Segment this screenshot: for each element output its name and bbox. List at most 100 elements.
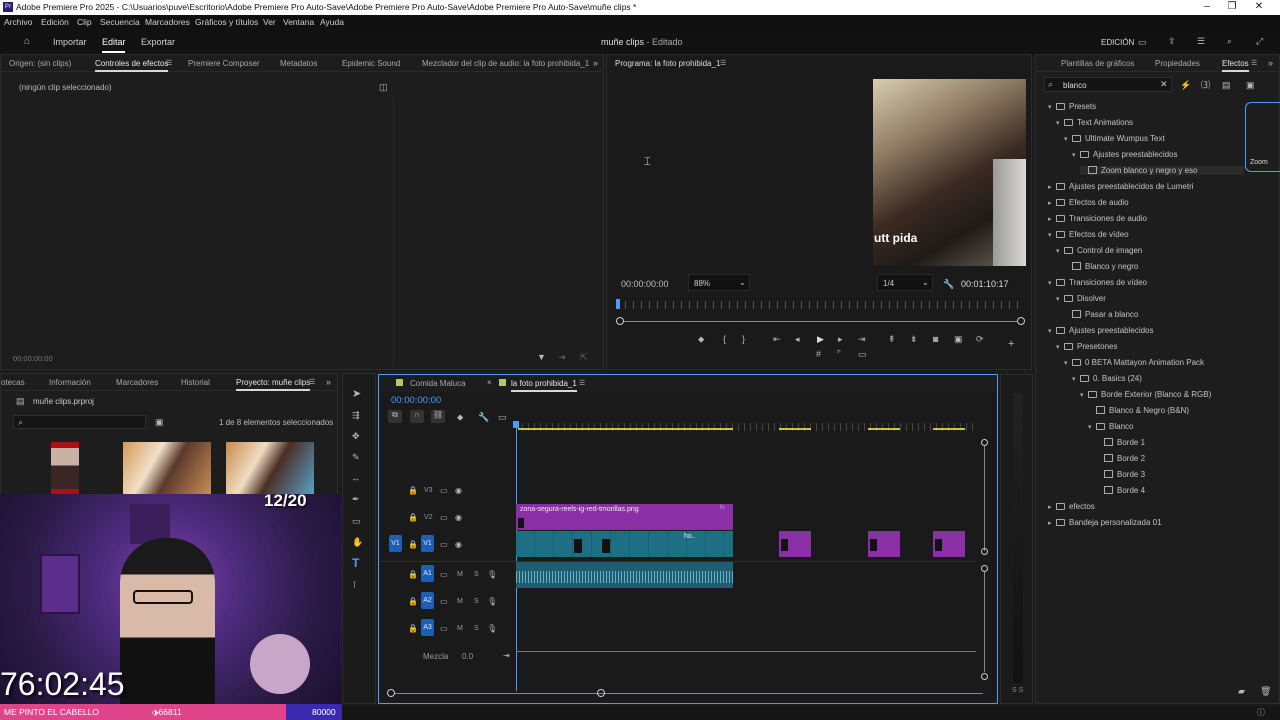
mark-in-icon[interactable]: { bbox=[723, 334, 726, 344]
minimize-icon[interactable]: – bbox=[1200, 1, 1214, 13]
v-scroll-handle-bottom[interactable] bbox=[981, 548, 988, 555]
thumbnail-3[interactable] bbox=[226, 442, 314, 494]
vr-icon[interactable]: ⟳ bbox=[976, 334, 984, 344]
share-icon[interactable]: ⇪ bbox=[1168, 36, 1176, 46]
program-video-frame[interactable]: utt pida bbox=[873, 79, 1026, 266]
play-icon[interactable]: ▶ bbox=[817, 334, 824, 344]
track-target-a1[interactable]: A1 bbox=[421, 565, 434, 582]
v-scroll-track[interactable] bbox=[984, 446, 985, 551]
type-tool-icon[interactable]: T bbox=[352, 557, 359, 569]
resolution-select[interactable]: 1/4 ⌄ bbox=[877, 274, 933, 291]
lift-icon[interactable]: ⇞ bbox=[888, 334, 896, 344]
info-icon[interactable]: ⓘ bbox=[1257, 708, 1265, 718]
compare-icon[interactable]: ▣ bbox=[954, 334, 963, 344]
solo-button[interactable]: S bbox=[474, 571, 479, 578]
clip-v2-overlay[interactable]: zona-segura-reels-ig-red-tmorillas.png f… bbox=[516, 504, 733, 530]
h-zoom-track[interactable] bbox=[395, 693, 983, 694]
wrench-icon[interactable]: 🔧 bbox=[943, 279, 954, 289]
chevron-down-icon[interactable]: ▾ bbox=[1072, 151, 1080, 159]
eye-icon[interactable]: ◉ bbox=[455, 513, 462, 523]
tab-metadatos[interactable]: Metadatos bbox=[280, 59, 317, 68]
new-folder-icon[interactable]: ▰ bbox=[1238, 686, 1245, 696]
clip-v1-purple-1[interactable] bbox=[779, 531, 811, 557]
tab-comida-maluca[interactable]: Comida Maluca bbox=[410, 379, 466, 388]
lock-icon[interactable]: 🔒 bbox=[408, 570, 418, 580]
tab-epidemic-sound[interactable]: Epidemic Sound bbox=[342, 59, 400, 68]
effects-tree-item[interactable]: Borde 1 bbox=[1096, 438, 1145, 447]
tab-la-foto-prohibida[interactable]: la foto prohibida_1 bbox=[511, 379, 577, 392]
h-zoom-handle-left[interactable] bbox=[387, 689, 395, 697]
effects-tree-item[interactable]: ▾ Blanco bbox=[1088, 422, 1133, 431]
chevron-down-icon[interactable]: ▾ bbox=[1080, 391, 1088, 399]
yuv-effects-icon[interactable]: ▤ bbox=[1222, 80, 1231, 90]
chevron-down-icon[interactable]: ▾ bbox=[1056, 295, 1064, 303]
step-forward-icon[interactable]: ▸ bbox=[838, 334, 843, 344]
marker-icon[interactable]: ⬥ bbox=[698, 334, 704, 344]
tab-marcadores[interactable]: Marcadores bbox=[116, 378, 158, 387]
tab-bibliotecas[interactable]: otecas bbox=[1, 378, 25, 387]
tab-premiere-composer[interactable]: Premiere Composer bbox=[188, 59, 260, 68]
a-scroll-handle-bottom[interactable] bbox=[981, 673, 988, 680]
razor-icon[interactable]: ✎ bbox=[352, 452, 360, 462]
mute-button[interactable]: M bbox=[457, 571, 463, 578]
effects-tree-item[interactable]: ▸ Bandeja personalizada 01 bbox=[1048, 518, 1162, 527]
tab-informacion[interactable]: Información bbox=[49, 378, 91, 387]
maximize-icon[interactable]: ❐ bbox=[1225, 1, 1239, 13]
effects-tree-item[interactable]: ▸ efectos bbox=[1048, 502, 1095, 511]
zoom-handle-left[interactable] bbox=[616, 317, 624, 325]
zoom-scroll-bar[interactable] bbox=[619, 321, 1021, 322]
add-marker-icon[interactable]: ⬥ bbox=[457, 412, 463, 422]
tab-origen[interactable]: Origen: (sin clips) bbox=[9, 59, 71, 68]
settings-icon[interactable]: ⇱ bbox=[580, 352, 588, 362]
home-icon[interactable]: ⌂ bbox=[24, 37, 30, 47]
chevron-down-icon[interactable]: ▾ bbox=[1056, 343, 1064, 351]
clip-a1-audio[interactable] bbox=[516, 562, 733, 588]
new-bin-icon[interactable]: ▣ bbox=[155, 417, 164, 427]
tab-proyecto[interactable]: Proyecto: muñe clips bbox=[236, 378, 311, 391]
chevron-down-icon[interactable]: ▾ bbox=[1056, 247, 1064, 255]
workspace-panel-icon[interactable]: ▭ bbox=[1138, 37, 1147, 47]
accelerated-effects-icon[interactable]: ⚡ bbox=[1180, 80, 1191, 90]
tab-importar[interactable]: Importar bbox=[53, 37, 87, 47]
effects-tree-item[interactable]: ▾ Disolver bbox=[1056, 294, 1106, 303]
safe-margins-icon[interactable]: # bbox=[816, 349, 821, 359]
chevron-right-icon[interactable]: ▸ bbox=[1048, 503, 1056, 511]
zoom-select[interactable]: 88% ⌄ bbox=[688, 274, 750, 291]
extract-icon[interactable]: ⇟ bbox=[910, 334, 918, 344]
a-scroll-track[interactable] bbox=[984, 572, 985, 672]
effects-tree-item[interactable]: ▾ Presetones bbox=[1056, 342, 1117, 351]
export-icon[interactable]: ⇥ bbox=[558, 352, 566, 362]
effects-tree-item[interactable]: ▸ Efectos de audio bbox=[1048, 198, 1129, 207]
lock-icon[interactable]: 🔒 bbox=[408, 540, 418, 550]
nest-toggle-icon[interactable]: ⧉ bbox=[388, 410, 402, 423]
chevron-down-icon[interactable]: ▾ bbox=[1072, 375, 1080, 383]
clear-search-icon[interactable]: ✕ bbox=[1160, 79, 1168, 90]
tab-controles-efectos[interactable]: Controles de efectos bbox=[95, 59, 169, 72]
solo-button[interactable]: S bbox=[474, 598, 479, 605]
camera-icon[interactable]: ◙ bbox=[933, 334, 938, 344]
trash-icon[interactable]: 🗑 bbox=[1260, 686, 1271, 696]
clip-v1-purple-3[interactable] bbox=[933, 531, 965, 557]
sync-lock-icon[interactable]: ▭ bbox=[440, 540, 448, 550]
microphone-icon[interactable]: 🎙 bbox=[487, 624, 497, 634]
sync-lock-icon[interactable]: ▭ bbox=[440, 486, 448, 496]
effects-tree-item[interactable]: ▸ Ajustes preestablecidos de Lumetri bbox=[1048, 182, 1194, 191]
zoom-handle-right[interactable] bbox=[1017, 317, 1025, 325]
effects-tree-item[interactable]: Borde 3 bbox=[1096, 470, 1145, 479]
track-select-icon[interactable]: ⇶ bbox=[352, 410, 360, 420]
thumbnail-2[interactable] bbox=[123, 442, 211, 494]
lock-icon[interactable]: 🔒 bbox=[408, 624, 418, 634]
add-button-icon[interactable]: + bbox=[1008, 339, 1014, 350]
effects-search-input[interactable]: ⌕ blanco ✕ bbox=[1044, 77, 1172, 92]
go-to-in-icon[interactable]: ⇤ bbox=[773, 334, 781, 344]
lock-icon[interactable]: 🔒 bbox=[408, 513, 418, 523]
sync-lock-icon[interactable]: ▭ bbox=[440, 597, 448, 607]
menu-ver[interactable]: Ver bbox=[263, 17, 276, 27]
tab-historial[interactable]: Historial bbox=[181, 378, 210, 387]
mute-button[interactable]: M bbox=[457, 625, 463, 632]
tab-plantillas-graficos[interactable]: Plantillas de gráficos bbox=[1061, 59, 1134, 68]
effects-tree-item[interactable]: ▾ Efectos de vídeo bbox=[1048, 230, 1129, 239]
effects-tree-item[interactable]: ▾ Ajustes preestablecidos bbox=[1072, 150, 1178, 159]
effects-tree-item[interactable]: ▾ Ultimate Wumpus Text bbox=[1064, 134, 1165, 143]
a-scroll-handle-top[interactable] bbox=[981, 565, 988, 572]
